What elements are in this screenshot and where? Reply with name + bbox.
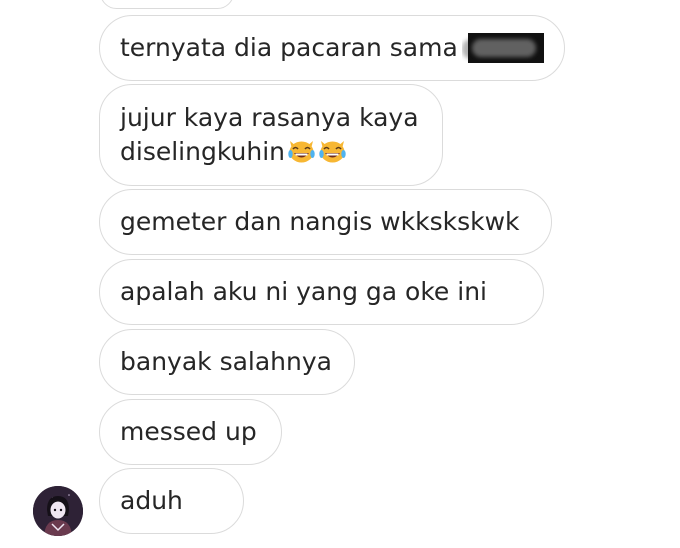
message-text: messed up	[120, 417, 257, 446]
message-text-line-2-text: diselingkuhin	[120, 137, 286, 166]
message-bubble[interactable]: gemeter dan nangis wkkskskwk	[99, 189, 552, 255]
redacted-name	[461, 33, 544, 63]
message-bubble[interactable]: banyak salahnya	[99, 329, 355, 395]
message-text: ternyata dia pacaran sama	[120, 33, 458, 62]
message-text: aduh	[120, 486, 183, 515]
crying-laughing-cat-emoji-icon	[287, 137, 316, 164]
sender-avatar[interactable]	[33, 486, 83, 536]
message-bubble[interactable]: ternyata dia pacaran sama	[99, 15, 565, 81]
user-avatar-icon	[33, 486, 83, 536]
message-text: banyak salahnya	[120, 347, 332, 376]
message-bubble[interactable]: messed up	[99, 399, 282, 465]
message-text-line-1: jujur kaya rasanya kaya	[120, 103, 419, 132]
crying-laughing-cat-emoji-icon	[318, 137, 347, 164]
previous-message-bubble[interactable]	[100, 0, 234, 9]
message-bubble[interactable]: apalah aku ni yang ga oke ini	[99, 259, 544, 325]
message-bubble[interactable]: jujur kaya rasanya kaya diselingkuhin	[99, 84, 443, 186]
message-text-line-2: diselingkuhin	[120, 135, 347, 169]
message-text: apalah aku ni yang ga oke ini	[120, 277, 487, 306]
message-bubble[interactable]: aduh	[99, 468, 244, 534]
message-text: gemeter dan nangis wkkskskwk	[120, 207, 520, 236]
